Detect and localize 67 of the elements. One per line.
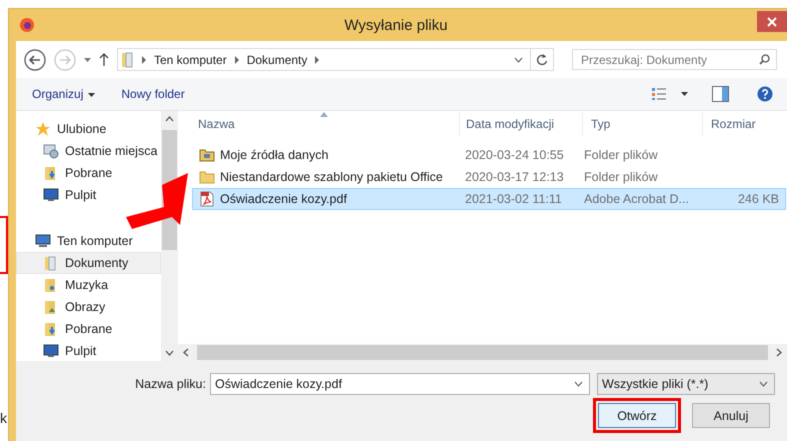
- column-header[interactable]: Data modyfikacji: [460, 112, 583, 136]
- chevron-right-icon: [234, 56, 240, 64]
- window-title: Wysyłanie pliku: [343, 16, 449, 34]
- sidebar-item[interactable]: Ostatnie miejsca: [16, 140, 161, 162]
- date-cell-text: 2020-03-17 12:13: [464, 170, 565, 184]
- file-name: Niestandardowe szablony pakietu Office: [220, 170, 443, 184]
- caret-down-icon: [88, 93, 96, 98]
- search-field[interactable]: Przeszukaj: Dokumenty: [572, 49, 777, 70]
- preview-pane-icon[interactable]: [712, 86, 729, 102]
- folder-icon: [199, 169, 215, 185]
- sidebar-item[interactable]: Pulpit: [16, 340, 161, 361]
- breadcrumb-item[interactable]: Dokumenty: [246, 52, 308, 67]
- chevron-down-icon: [574, 381, 583, 387]
- file-row[interactable]: Moje źródła danych 2020-03-24 10:55 Folder plików: [192, 144, 786, 166]
- refresh-icon[interactable]: [536, 53, 548, 66]
- size-cell: 246 KB: [738, 192, 779, 206]
- date-cell-text: 2021-03-02 11:11: [464, 192, 563, 206]
- close-icon: [767, 16, 777, 26]
- monitor-icon: [43, 343, 59, 359]
- chevron-down-icon: [759, 381, 768, 387]
- sidebar-item[interactable]: Obrazy: [16, 296, 161, 318]
- computer-icon: [35, 233, 51, 249]
- file-row[interactable]: Oświadczenie kozy.pdf 2021-03-02 11:11 Adobe Acrobat D... 246 KB: [192, 188, 786, 210]
- caret-down-icon[interactable]: [681, 92, 688, 96]
- browser-logo-icon: [19, 17, 35, 33]
- help-icon[interactable]: [757, 86, 773, 102]
- recent-places-icon: [43, 143, 59, 159]
- sidebar-item[interactable]: Dokumenty: [16, 252, 161, 274]
- close-button[interactable]: [757, 11, 787, 32]
- search-icon: [759, 54, 770, 66]
- file-row[interactable]: Niestandardowe szablony pakietu Office 2020-03-17 12:13 Folder plików: [192, 166, 786, 188]
- view-options-icon[interactable]: [651, 87, 667, 102]
- new-folder-button[interactable]: Nowy folder: [115, 83, 191, 106]
- chevron-right-icon: [314, 56, 320, 64]
- sidebar-item[interactable]: Pulpit: [16, 184, 161, 206]
- column-header[interactable]: Rozmiar: [703, 112, 787, 136]
- chevron-right-icon: [141, 56, 147, 64]
- sidebar-item[interactable]: Ten komputer: [16, 230, 161, 252]
- up-arrow-icon[interactable]: [99, 53, 109, 66]
- folder-icon: [199, 147, 215, 163]
- address-bar[interactable]: Ten komputer Dokumenty: [117, 48, 554, 72]
- type-cell-text: Folder plików: [584, 148, 659, 162]
- date-cell-text: 2020-03-24 10:55: [464, 148, 565, 162]
- type-cell-text: Adobe Acrobat D...: [584, 192, 690, 206]
- breadcrumb-item[interactable]: Ten komputer: [154, 52, 227, 67]
- cancel-button[interactable]: Anuluj: [692, 403, 770, 428]
- file-name-field[interactable]: Oświadczenie kozy.pdf: [210, 373, 590, 395]
- open-button[interactable]: Otwórz: [598, 403, 676, 428]
- file-type-dropdown[interactable]: Wszystkie pliki (*.*): [597, 373, 775, 395]
- star-icon: [35, 121, 51, 137]
- column-header[interactable]: Typ: [583, 112, 703, 136]
- sidebar-item[interactable]: Muzyka: [16, 274, 161, 296]
- background-text: k: [0, 410, 7, 426]
- file-name-label: Nazwa pliku:: [135, 377, 206, 391]
- documents-folder-icon: [122, 52, 134, 68]
- pdf-file-icon: [199, 191, 215, 207]
- file-name: Moje źródła danych: [220, 148, 328, 162]
- sidebar-item[interactable]: Pobrane: [16, 162, 161, 184]
- monitor-icon: [43, 187, 59, 203]
- sidebar-item[interactable]: Pobrane: [16, 318, 161, 340]
- organize-menu-button[interactable]: Organizuj: [26, 83, 102, 106]
- back-icon[interactable]: [24, 48, 46, 71]
- sidebar-item[interactable]: Ulubione: [16, 118, 161, 140]
- horizontal-scrollbar[interactable]: [178, 344, 787, 361]
- chevron-down-icon[interactable]: [514, 56, 523, 63]
- type-cell-text: Folder plików: [584, 170, 659, 184]
- file-name: Oświadczenie kozy.pdf: [220, 192, 347, 206]
